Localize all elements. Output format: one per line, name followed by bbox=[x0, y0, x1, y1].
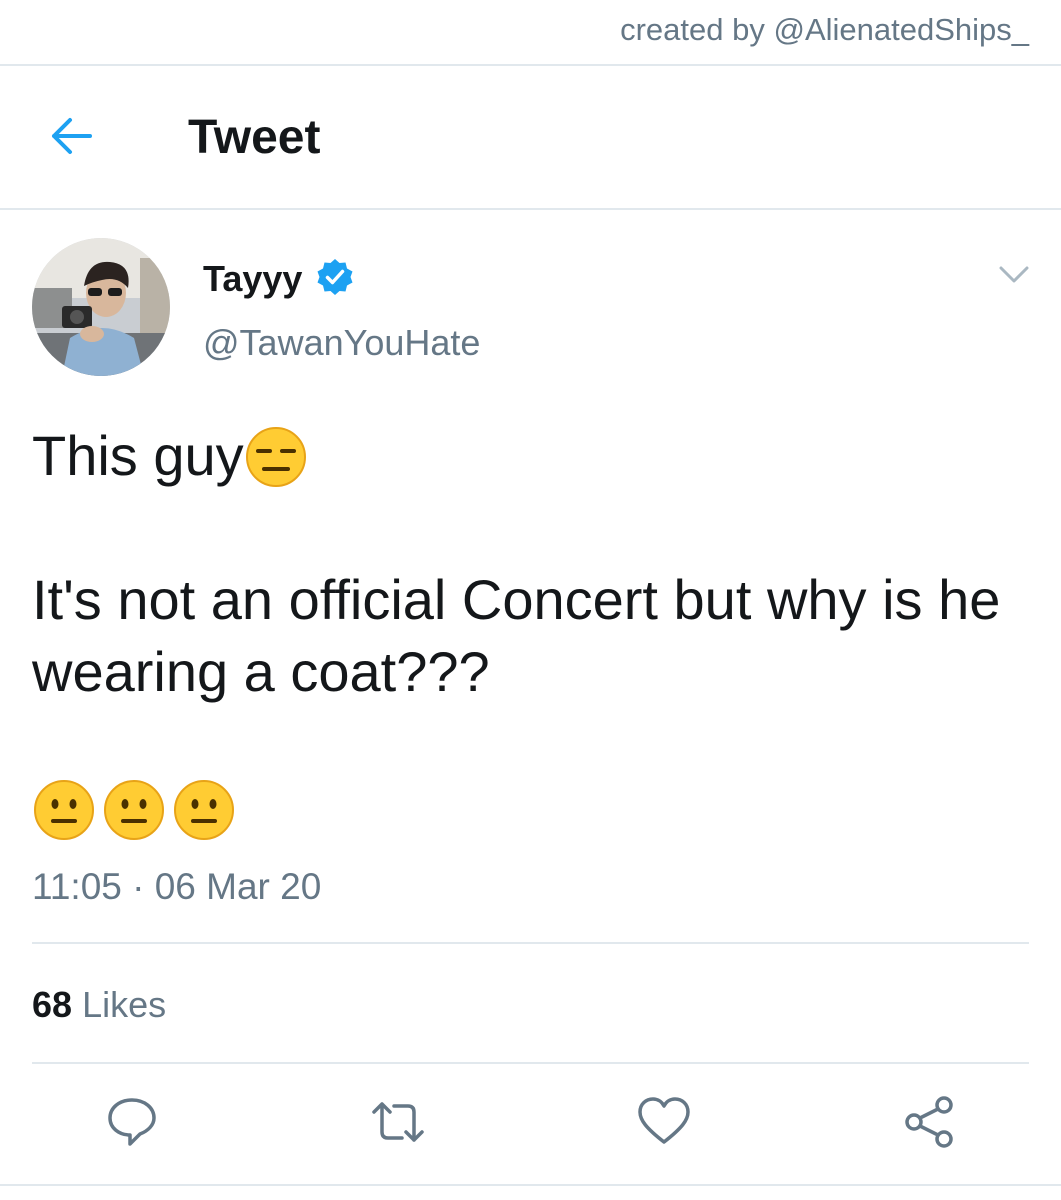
tweet-timestamp: 11:05 · 06 Mar 20 bbox=[32, 866, 322, 907]
tweet-text: This guy It's not an official Concert bu… bbox=[32, 420, 1032, 708]
watermark-credit: created by @AlienatedShips_ bbox=[620, 12, 1029, 47]
likes-label: Likes bbox=[82, 984, 167, 1025]
author-display-name[interactable]: Tayyy bbox=[203, 258, 302, 300]
likes-count: 68 bbox=[32, 984, 73, 1025]
divider bbox=[0, 1184, 1061, 1186]
tweet-text-line-1: This guy bbox=[32, 424, 244, 487]
retweet-icon bbox=[372, 1102, 424, 1142]
share-icon bbox=[905, 1096, 953, 1148]
likes-stat[interactable]: 68 Likes bbox=[32, 984, 166, 1026]
verified-badge-icon bbox=[317, 259, 353, 295]
retweet-button[interactable] bbox=[370, 1094, 426, 1150]
reply-button[interactable] bbox=[104, 1094, 160, 1150]
divider bbox=[32, 942, 1029, 944]
like-button[interactable] bbox=[636, 1094, 692, 1150]
arrow-left-icon bbox=[52, 118, 92, 154]
expressionless-face-emoji bbox=[245, 427, 306, 487]
divider bbox=[32, 1062, 1029, 1064]
neutral-face-emoji bbox=[174, 780, 234, 840]
share-button[interactable] bbox=[902, 1094, 958, 1150]
chevron-down-icon[interactable] bbox=[997, 262, 1031, 286]
author-handle[interactable]: @TawanYouHate bbox=[203, 322, 480, 364]
tweet-text-line-2: It's not an official Concert but why is … bbox=[32, 568, 1001, 703]
tweet-line-1: This guy bbox=[32, 420, 1032, 492]
avatar[interactable] bbox=[32, 238, 170, 376]
reply-icon bbox=[108, 1098, 156, 1146]
neutral-face-emoji bbox=[34, 780, 94, 840]
emoji-row bbox=[32, 778, 242, 842]
heart-icon bbox=[638, 1097, 690, 1144]
neutral-face-emoji bbox=[104, 780, 164, 840]
top-app-bar: Tweet bbox=[0, 66, 1061, 208]
tweet-author: Tayyy @TawanYouHate bbox=[0, 236, 1061, 386]
tweet-actions bbox=[0, 1094, 1061, 1154]
page-title: Tweet bbox=[188, 111, 321, 164]
divider bbox=[0, 208, 1061, 210]
back-button[interactable] bbox=[46, 114, 100, 158]
